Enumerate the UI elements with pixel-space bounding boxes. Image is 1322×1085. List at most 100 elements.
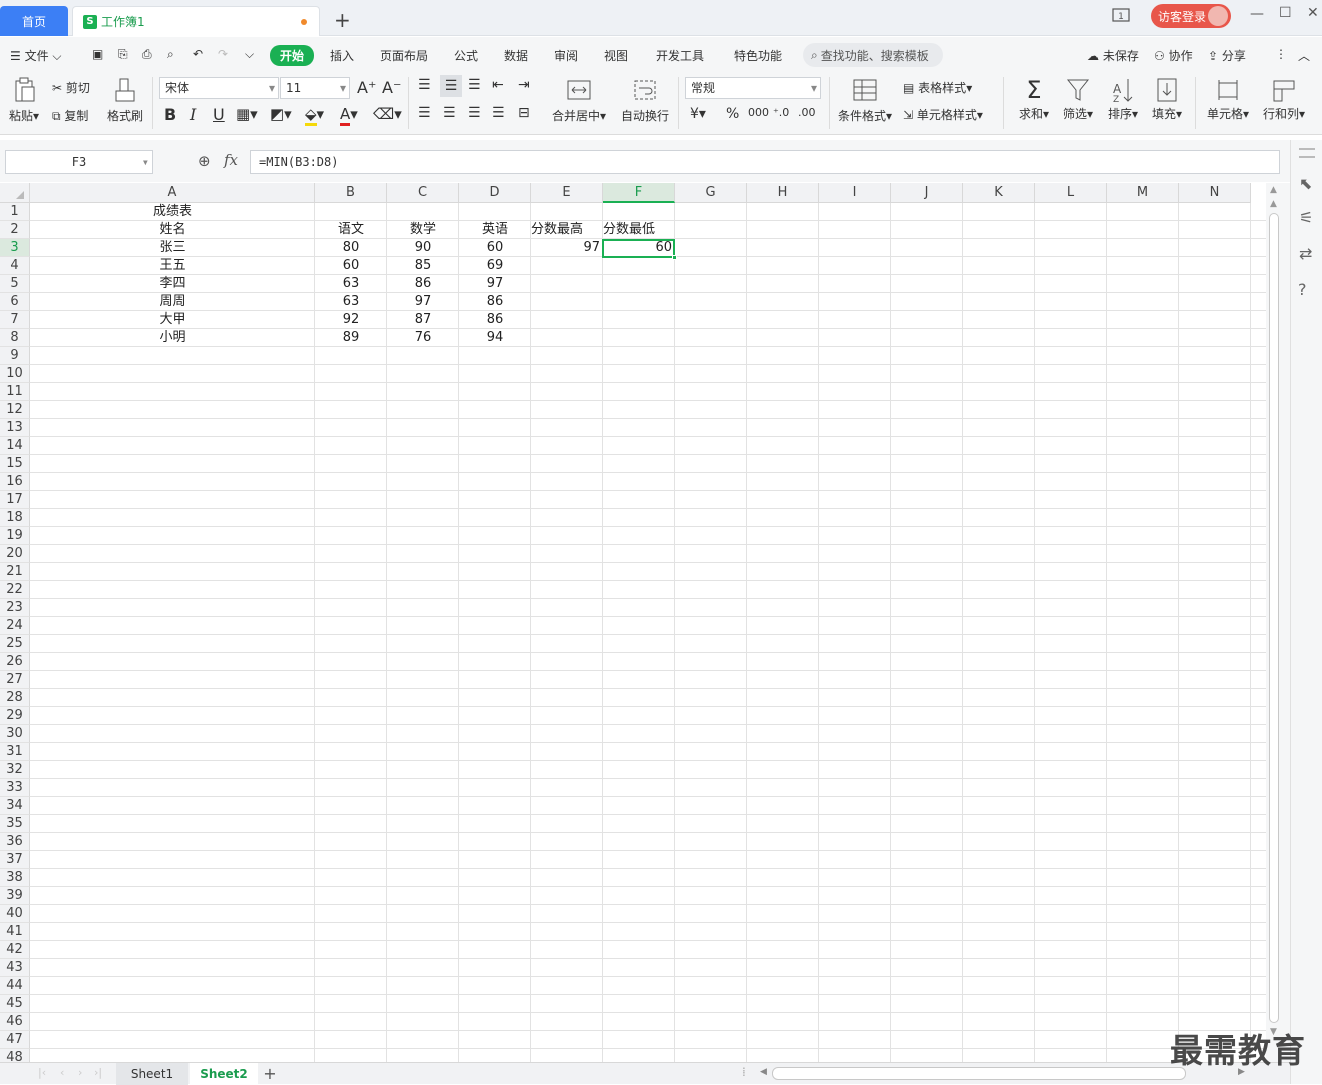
cell-d7[interactable]: 86 <box>459 311 531 329</box>
row-header[interactable]: 30 <box>0 725 30 743</box>
fill-color-icon[interactable]: ⬙▾ <box>305 105 324 126</box>
row-header[interactable]: 45 <box>0 995 30 1013</box>
select-all-corner[interactable] <box>0 183 30 203</box>
cell-a6[interactable]: 周周 <box>30 293 315 311</box>
sort-button[interactable]: AZ 排序▾ <box>1103 75 1143 122</box>
column-header-b[interactable]: B <box>315 183 387 203</box>
row-header[interactable]: 36 <box>0 833 30 851</box>
column-header-m[interactable]: M <box>1107 183 1179 203</box>
collaborate-button[interactable]: ⚇ 协作 <box>1154 47 1193 64</box>
row-header[interactable]: 31 <box>0 743 30 761</box>
column-header-f[interactable]: F <box>603 183 675 203</box>
cell-d4[interactable]: 69 <box>459 257 531 275</box>
borders-icon[interactable]: ▦▾ <box>236 105 258 123</box>
cell-f2[interactable]: 分数最低 <box>603 221 675 239</box>
font-color-icon[interactable]: A▾ <box>340 105 358 126</box>
name-box[interactable]: F3 ▾ <box>5 150 153 174</box>
row-header[interactable]: 44 <box>0 977 30 995</box>
cell-d3[interactable]: 60 <box>459 239 531 257</box>
row-header[interactable]: 34 <box>0 797 30 815</box>
row-header[interactable]: 14 <box>0 437 30 455</box>
scroll-up-icon[interactable]: ▲ <box>1270 185 1277 195</box>
scroll-left-icon[interactable]: ◀ <box>760 1067 767 1077</box>
vertical-scrollbar[interactable]: ▲ ▲ ▼ <box>1266 183 1290 1062</box>
settings-sliders-icon[interactable]: ⚟ <box>1299 208 1313 227</box>
row-header[interactable]: 10 <box>0 365 30 383</box>
row-header[interactable]: 29 <box>0 707 30 725</box>
row-header[interactable]: 43 <box>0 959 30 977</box>
close-icon[interactable]: ✕ <box>1307 5 1319 21</box>
column-header-i[interactable]: I <box>819 183 891 203</box>
merge-center-button[interactable]: 合并居中▾ <box>550 77 608 124</box>
cell-a2[interactable]: 姓名 <box>30 221 315 239</box>
menu-developer[interactable]: 开发工具 <box>656 47 704 64</box>
row-header[interactable]: 28 <box>0 689 30 707</box>
paste-button[interactable]: 粘贴▾ <box>6 77 42 124</box>
row-header[interactable]: 21 <box>0 563 30 581</box>
italic-icon[interactable]: I <box>190 105 196 124</box>
sheet-tab-sheet2[interactable]: Sheet2 <box>190 1063 258 1085</box>
increase-decimal-icon[interactable]: ⁺.0 <box>773 106 789 119</box>
cell-e2[interactable]: 分数最高 <box>531 221 603 239</box>
column-header-j[interactable]: J <box>891 183 963 203</box>
row-header[interactable]: 19 <box>0 527 30 545</box>
row-header[interactable]: 8 <box>0 329 30 347</box>
redo-icon[interactable]: ↷ <box>218 47 228 61</box>
font-size-dropdown[interactable]: 11 ▾ <box>280 77 350 99</box>
horizontal-scroll-thumb[interactable] <box>772 1067 1186 1080</box>
menu-start[interactable]: 开始 <box>270 45 315 66</box>
cell-b6[interactable]: 63 <box>315 293 387 311</box>
row-header[interactable]: 1 <box>0 203 30 221</box>
cell-a8[interactable]: 小明 <box>30 329 315 347</box>
conditional-format-button[interactable]: 条件格式▾ <box>836 77 894 124</box>
undo-icon[interactable]: ↶ <box>193 47 203 61</box>
share-button[interactable]: ⇪ 分享 <box>1208 47 1246 64</box>
transform-icon[interactable]: ⇄ <box>1299 244 1312 263</box>
cell-button[interactable]: 单元格▾ <box>1204 75 1252 122</box>
cell-c2[interactable]: 数学 <box>387 221 459 239</box>
menu-insert[interactable]: 插入 <box>330 47 354 64</box>
next-sheet-icon[interactable]: › <box>78 1066 82 1079</box>
row-header[interactable]: 7 <box>0 311 30 329</box>
row-header[interactable]: 16 <box>0 473 30 491</box>
menu-special-features[interactable]: 特色功能 <box>734 47 782 64</box>
row-header[interactable]: 33 <box>0 779 30 797</box>
row-header[interactable]: 39 <box>0 887 30 905</box>
more-options-icon[interactable]: ⋮ <box>1275 47 1287 61</box>
function-icon[interactable]: fx <box>224 151 238 169</box>
maximize-icon[interactable]: ☐ <box>1279 5 1292 21</box>
first-sheet-icon[interactable]: |‹ <box>38 1066 46 1079</box>
eraser-icon[interactable]: ⌫▾ <box>373 105 402 123</box>
column-header-l[interactable]: L <box>1035 183 1107 203</box>
cell-e3[interactable]: 97 <box>531 239 603 257</box>
row-header[interactable]: 17 <box>0 491 30 509</box>
fill-button[interactable]: 填充▾ <box>1147 75 1187 122</box>
last-sheet-icon[interactable]: ›| <box>94 1066 102 1079</box>
help-icon[interactable]: ? <box>1298 280 1307 299</box>
sheet-tab-sheet1[interactable]: Sheet1 <box>116 1063 188 1085</box>
column-header-e[interactable]: E <box>531 183 603 203</box>
cell-b4[interactable]: 60 <box>315 257 387 275</box>
increase-indent-icon[interactable]: ⇥ <box>518 77 530 93</box>
export-icon[interactable]: ⎘ <box>118 47 128 62</box>
row-header[interactable]: 25 <box>0 635 30 653</box>
align-top-icon[interactable]: ☰ <box>418 77 431 93</box>
row-header[interactable]: 35 <box>0 815 30 833</box>
cell-c4[interactable]: 85 <box>387 257 459 275</box>
menu-page-layout[interactable]: 页面布局 <box>380 47 428 64</box>
font-name-dropdown[interactable]: 宋体 ▾ <box>159 77 279 99</box>
window-mode-icon[interactable]: 1 <box>1112 7 1132 27</box>
print-preview-icon[interactable]: ⌕ <box>167 47 174 62</box>
copy-button[interactable]: ⧉ 复制 <box>52 107 88 124</box>
wrap-text-button[interactable]: 自动换行 <box>620 77 670 124</box>
spreadsheet-grid[interactable]: ABCDEFGHIJKLMN 1 2 3 4 5 6 7 8 9 10 11 12 13 14 15 16 17… <box>0 183 1266 1062</box>
row-header[interactable]: 37 <box>0 851 30 869</box>
cell-a3[interactable]: 张三 <box>30 239 315 257</box>
collapse-ribbon-icon[interactable]: ︿ <box>1298 47 1310 64</box>
row-header[interactable]: 18 <box>0 509 30 527</box>
column-header-d[interactable]: D <box>459 183 531 203</box>
column-header-a[interactable]: A <box>30 183 315 203</box>
prev-sheet-icon[interactable]: ‹ <box>60 1066 64 1079</box>
decrease-indent-icon[interactable]: ⇤ <box>492 77 504 93</box>
percent-icon[interactable]: % <box>726 106 739 122</box>
